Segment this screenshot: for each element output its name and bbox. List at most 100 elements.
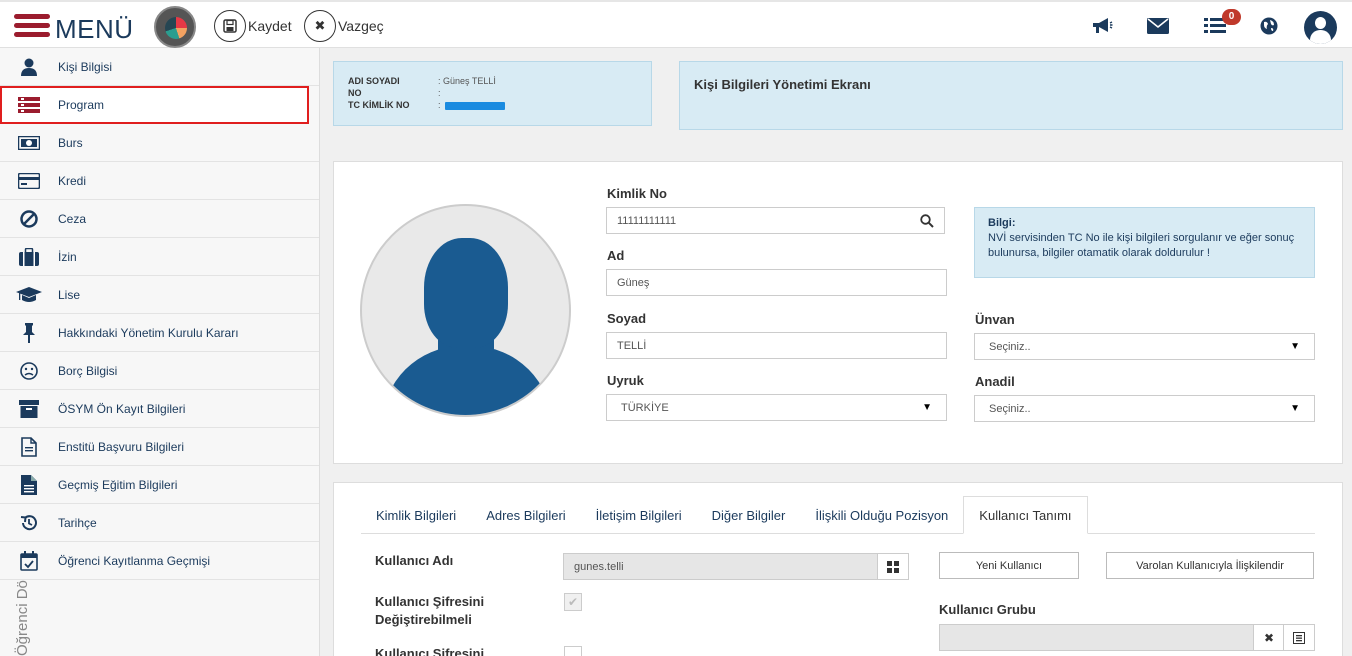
no-value: : xyxy=(438,88,441,98)
money-icon xyxy=(0,135,58,150)
page-title: Kişi Bilgileri Yönetimi Ekranı xyxy=(679,61,1343,130)
sidebar-item-ceza[interactable]: Ceza xyxy=(0,200,319,238)
sidebar-item-yonetim-kurulu[interactable]: Hakkındaki Yönetim Kurulu Kararı xyxy=(0,314,319,352)
sidebar-item-tarihce[interactable]: Tarihçe xyxy=(0,504,319,542)
tab-adres-bilgileri[interactable]: Adres Bilgileri xyxy=(471,496,580,534)
dropdown-arrow-icon: ▼ xyxy=(1290,341,1300,352)
new-user-button[interactable]: Yeni Kullanıcı xyxy=(939,552,1079,579)
graduation-cap-icon xyxy=(0,286,58,303)
frown-icon xyxy=(0,361,58,380)
tab-kullanici-tanimi[interactable]: Kullanıcı Tanımı xyxy=(963,496,1088,534)
tab-bar: Kimlik Bilgileri Adres Bilgileri İletişi… xyxy=(361,496,1315,534)
ad-input[interactable]: Güneş xyxy=(606,269,947,296)
sidebar-item-label: Kişi Bilgisi xyxy=(58,59,113,74)
envelope-icon[interactable] xyxy=(1146,14,1170,38)
uyruk-select[interactable]: TÜRKİYE ▼ xyxy=(606,394,947,421)
megaphone-icon[interactable] xyxy=(1090,14,1114,38)
vertical-section-label: Öğrenci Dö xyxy=(14,580,31,656)
sidebar-item-label: Hakkındaki Yönetim Kurulu Kararı xyxy=(58,325,239,340)
tab-iliskili-pozisyon[interactable]: İlişkili Olduğu Pozisyon xyxy=(800,496,963,534)
anadil-selected: Seçiniz.. xyxy=(989,402,1031,415)
user-avatar-icon[interactable] xyxy=(1304,11,1337,44)
password-checkbox[interactable] xyxy=(564,646,582,656)
link-existing-user-button[interactable]: Varolan Kullanıcıyla İlişkilendir xyxy=(1106,552,1314,579)
sidebar-item-izin[interactable]: İzin xyxy=(0,238,319,276)
unvan-selected: Seçiniz.. xyxy=(989,340,1031,353)
calendar-check-icon xyxy=(0,550,58,571)
name-value: : Güneş TELLİ xyxy=(438,76,496,86)
profile-photo-placeholder xyxy=(360,204,571,417)
can-change-password-label: Kullanıcı Şifresini Değiştirebilmeli xyxy=(375,593,484,629)
tab-iletisim-bilgileri[interactable]: İletişim Bilgileri xyxy=(581,496,697,534)
sidebar-item-program[interactable]: Program xyxy=(0,86,309,124)
sidebar-item-lise[interactable]: Lise xyxy=(0,276,319,314)
no-label: NO xyxy=(348,88,362,98)
user-group-input[interactable] xyxy=(939,624,1254,651)
sidebar-item-kredi[interactable]: Kredi xyxy=(0,162,319,200)
save-button[interactable]: Kaydet xyxy=(214,10,292,42)
file-text-icon xyxy=(0,474,58,495)
can-change-label-line1: Kullanıcı Şifresini xyxy=(375,594,485,609)
sidebar-item-label: Geçmiş Eğitim Bilgileri xyxy=(58,477,178,492)
username-label: Kullanıcı Adı xyxy=(375,553,454,568)
uyruk-selected: TÜRKİYE xyxy=(621,401,669,414)
sidebar-item-borc-bilgisi[interactable]: Borç Bilgisi xyxy=(0,352,319,390)
unvan-select[interactable]: Seçiniz.. ▼ xyxy=(974,333,1315,360)
tc-value-colon: : xyxy=(438,100,441,110)
sidebar-item-gecmis-egitim[interactable]: Geçmiş Eğitim Bilgileri xyxy=(0,466,319,504)
sidebar-item-label: Tarihçe xyxy=(58,515,97,530)
file-icon xyxy=(0,436,58,457)
hamburger-menu-icon[interactable] xyxy=(14,14,50,38)
sidebar-item-enstitu[interactable]: Enstitü Başvuru Bilgileri xyxy=(0,428,319,466)
history-icon xyxy=(0,514,58,532)
ban-icon xyxy=(0,209,58,228)
archive-icon xyxy=(0,399,58,418)
sidebar-item-kisi-bilgisi[interactable]: Kişi Bilgisi xyxy=(0,48,319,86)
sidebar-item-osym[interactable]: ÖSYM Ön Kayıt Bilgileri xyxy=(0,390,319,428)
notification-badge: 0 xyxy=(1222,9,1241,25)
tc-label: TC KİMLİK NO xyxy=(348,100,410,110)
anadil-label: Anadil xyxy=(975,374,1015,389)
sidebar-item-label: Lise xyxy=(58,287,81,302)
anadil-select[interactable]: Seçiniz.. ▼ xyxy=(974,395,1315,422)
dropdown-arrow-icon: ▼ xyxy=(922,402,932,413)
sidebar-item-label: İzin xyxy=(58,249,77,264)
grid-icon[interactable] xyxy=(877,553,909,580)
tab-diger-bilgiler[interactable]: Diğer Bilgiler xyxy=(697,496,801,534)
tc-value: : xyxy=(438,100,505,112)
sidebar-item-label: Ceza xyxy=(58,211,87,226)
sidebar-item-label: Enstitü Başvuru Bilgileri xyxy=(58,439,185,454)
clear-icon[interactable]: ✖ xyxy=(1253,624,1285,651)
sidebar-item-kayitlanma-gecmisi[interactable]: Öğrenci Kayıtlanma Geçmişi xyxy=(0,542,319,580)
search-icon[interactable] xyxy=(909,207,945,234)
university-logo xyxy=(154,6,196,48)
sidebar-item-label: Borç Bilgisi xyxy=(58,363,118,378)
credit-card-icon xyxy=(0,172,58,189)
list-select-icon[interactable] xyxy=(1283,624,1315,651)
user-icon xyxy=(0,58,58,76)
sidebar-item-label: Program xyxy=(58,97,105,112)
info-title: Bilgi: xyxy=(988,217,1016,229)
sidebar-item-label: Öğrenci Kayıtlanma Geçmişi xyxy=(58,553,211,568)
save-label: Kaydet xyxy=(248,18,292,34)
can-change-password-checkbox[interactable]: ✔ xyxy=(564,593,582,611)
redacted-bar xyxy=(444,101,505,110)
username-input[interactable]: gunes.telli xyxy=(563,553,878,580)
sidebar-item-burs[interactable]: Burs xyxy=(0,124,319,162)
kimlik-no-input[interactable]: 11111111111 xyxy=(606,207,910,234)
cancel-button[interactable]: ✖ Vazgeç xyxy=(304,10,384,42)
soyad-input[interactable]: TELLİ xyxy=(606,332,947,359)
sidebar-item-label: ÖSYM Ön Kayıt Bilgileri xyxy=(58,401,186,416)
list-icon xyxy=(0,96,58,113)
sidebar-item-label: Kredi xyxy=(58,173,87,188)
floppy-disk-icon xyxy=(214,10,246,42)
menu-label[interactable]: MENÜ xyxy=(55,14,134,45)
name-label: ADI SOYADI xyxy=(348,76,400,86)
tab-kimlik-bilgileri[interactable]: Kimlik Bilgileri xyxy=(361,496,471,534)
uyruk-label: Uyruk xyxy=(607,373,644,388)
globe-icon[interactable] xyxy=(1257,14,1281,38)
can-change-label-line2: Değiştirebilmeli xyxy=(375,612,472,627)
top-bar: MENÜ Kaydet ✖ Vazgeç 0 xyxy=(0,0,1352,48)
user-group-label: Kullanıcı Grubu xyxy=(939,602,1036,617)
briefcase-icon xyxy=(0,247,58,266)
